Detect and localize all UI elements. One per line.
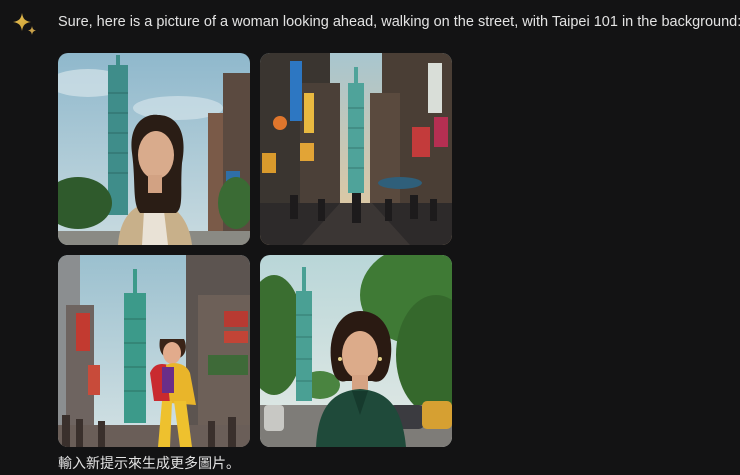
- generated-image-2[interactable]: [260, 53, 452, 245]
- generated-image-3[interactable]: [58, 255, 250, 447]
- generated-image-1[interactable]: [58, 53, 250, 245]
- chat-response: Sure, here is a picture of a woman looki…: [0, 0, 740, 475]
- image-grid: [58, 53, 452, 447]
- response-message: Sure, here is a picture of a woman looki…: [58, 14, 740, 30]
- generated-image-4[interactable]: [260, 255, 452, 447]
- sparkle-icon: [13, 13, 36, 35]
- footer-prompt-hint: 輸入新提示來生成更多圖片。: [58, 456, 240, 472]
